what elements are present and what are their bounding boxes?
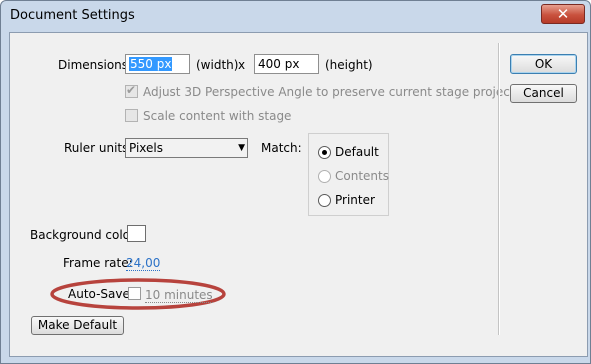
auto-save-label: Auto-Save: [68,287,134,301]
auto-save-checkbox[interactable] [128,287,141,300]
dimensions-separator: x [238,58,246,72]
dimensions-label: Dimensions: [58,58,133,72]
match-printer-radio[interactable] [318,194,331,207]
match-default-radio[interactable] [318,146,331,159]
frame-rate-value[interactable]: 24,00 [126,256,161,271]
make-default-button[interactable]: Make Default [31,316,124,335]
scale-content-label: Scale content with stage [143,109,292,123]
height-value: 400 px [258,57,300,71]
auto-save-interval[interactable]: 10 minutes [145,288,213,303]
match-label: Match: [261,141,302,155]
cancel-button[interactable]: Cancel [510,84,577,103]
match-contents-radio[interactable] [318,170,331,183]
document-settings-dialog: Document Settings ✕ Dimensions: 550 px (… [0,0,591,364]
width-input[interactable]: 550 px [125,54,190,74]
match-group: Default Contents Printer [308,133,389,216]
background-color-swatch[interactable] [127,225,146,242]
close-button[interactable]: ✕ [541,4,585,24]
match-printer-label: Printer [335,193,375,207]
adjust-3d-label: Adjust 3D Perspective Angle to preserve … [143,85,533,99]
dialog-title: Document Settings [10,8,135,23]
ruler-units-value: Pixels [129,141,164,155]
scale-content-checkbox[interactable] [125,109,138,122]
title-bar: Document Settings ✕ [1,1,590,31]
adjust-3d-checkbox[interactable]: ✔ [125,83,138,98]
match-contents-label: Contents [335,169,389,183]
close-icon: ✕ [556,5,570,23]
frame-rate-label: Frame rate: [63,256,133,270]
checkmark-icon: ✔ [126,83,137,97]
button-column-divider [498,43,500,335]
height-input[interactable]: 400 px [254,54,319,74]
dialog-body: Dimensions: 550 px (width) x 400 px (hei… [9,32,588,357]
height-label: (height) [325,58,373,72]
match-default-label: Default [335,145,379,159]
ok-button[interactable]: OK [510,54,577,74]
chevron-down-icon: ▼ [238,143,245,153]
width-label: (width) [196,58,239,72]
ruler-units-select[interactable]: Pixels ▼ [125,138,248,158]
background-color-label: Background color: [30,228,139,242]
ruler-units-label: Ruler units: [64,141,133,155]
width-value: 550 px [129,57,173,71]
